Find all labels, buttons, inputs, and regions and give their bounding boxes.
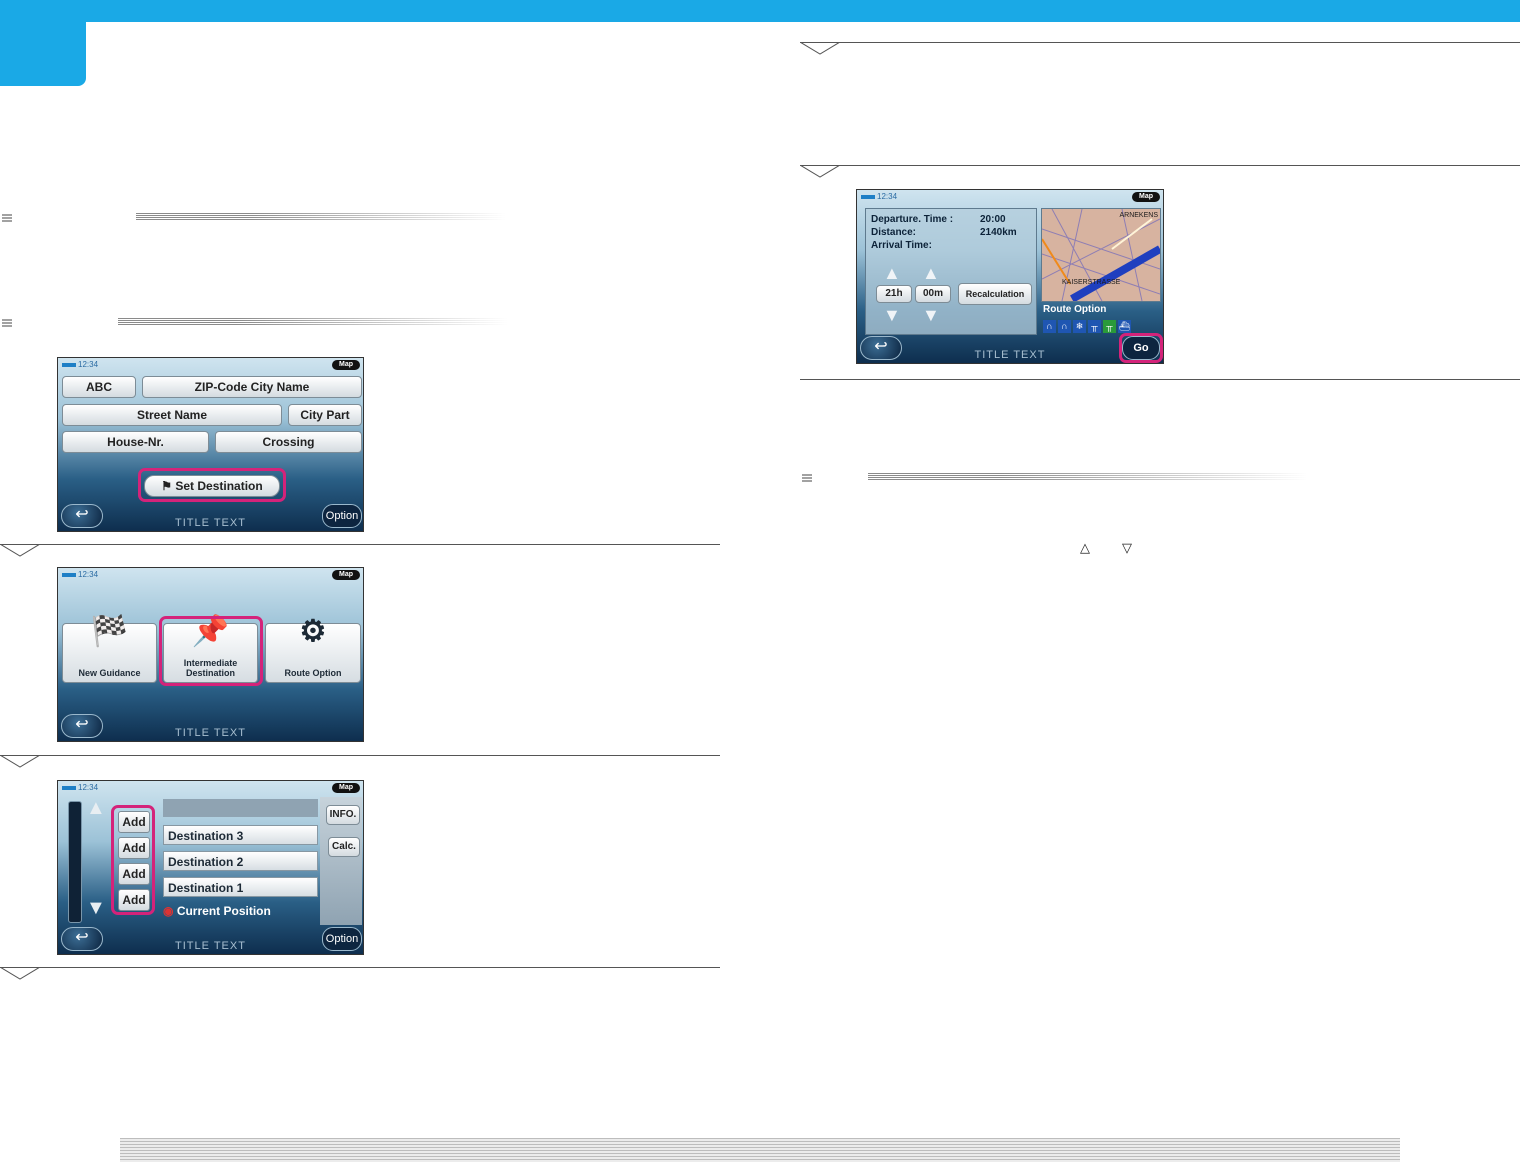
tile-label: Route Option: [284, 668, 342, 678]
destination-row[interactable]: Destination 3: [163, 825, 318, 845]
zip-city-button[interactable]: ZIP-Code City Name: [142, 376, 362, 398]
scrollbar[interactable]: [68, 801, 82, 923]
step-divider: [0, 967, 720, 968]
step-divider: [800, 42, 1520, 43]
calc-button[interactable]: Calc.: [328, 837, 360, 857]
step-marker: [0, 544, 40, 558]
screen-title: TITLE TEXT: [175, 727, 246, 739]
distance-label: Distance:: [871, 227, 917, 238]
street-name-button[interactable]: Street Name: [62, 404, 282, 426]
map-button[interactable]: Map: [332, 783, 360, 793]
highlight-frame: [111, 805, 155, 915]
abc-button[interactable]: ABC: [62, 376, 136, 398]
scroll-up-icon[interactable]: ▲: [86, 797, 106, 820]
checkered-flag-icon: 🏁: [90, 615, 129, 648]
section-rule: [118, 318, 508, 326]
map-button[interactable]: Map: [332, 570, 360, 580]
down-arrow-icon: ▽: [1122, 541, 1132, 556]
screen-title: TITLE TEXT: [175, 940, 246, 952]
header-bar: [0, 0, 1520, 22]
map-button[interactable]: Map: [1132, 192, 1160, 202]
toll-icon: ╥: [1088, 320, 1101, 333]
route-option-icons[interactable]: ∩ ∩ ❄ ╥ ╥ ⛴: [1043, 320, 1131, 333]
current-position-label: Current Position: [176, 904, 271, 918]
screen-title: TITLE TEXT: [175, 517, 246, 529]
up-arrow-icon: △: [1080, 541, 1090, 556]
step-marker: [0, 967, 40, 981]
minute-down-icon[interactable]: ▼: [922, 305, 940, 326]
screen-route-summary: 12:34 Map Departure. Time : 20:00 Distan…: [856, 189, 1164, 364]
route-info-panel: Departure. Time : 20:00 Distance: 2140km…: [865, 208, 1037, 335]
new-guidance-tile[interactable]: 🏁 New Guidance: [62, 615, 157, 683]
house-number-button[interactable]: House-Nr.: [62, 431, 209, 453]
step-divider: [800, 379, 1520, 380]
departure-label: Departure. Time :: [871, 214, 954, 225]
ferry-icon: ⛴: [1118, 320, 1131, 333]
chapter-tab: [0, 0, 86, 86]
screen-guidance-menu: 12:34 Map 🏁 New Guidance 📌 Intermediate …: [57, 567, 364, 742]
section-icon: [2, 213, 14, 223]
highlight-frame: [138, 468, 286, 502]
tile-label: New Guidance: [78, 668, 141, 678]
gear-icon: ⚙: [299, 615, 327, 648]
destination-row[interactable]: Destination 1: [163, 877, 318, 897]
clock: 12:34: [62, 360, 98, 369]
map-street-label: KAISERSTRASSE: [1062, 279, 1121, 286]
hour-up-icon[interactable]: ▲: [883, 263, 901, 284]
clock: 12:34: [62, 783, 98, 792]
clock: 12:34: [62, 570, 98, 579]
step-marker: [800, 165, 840, 179]
hours-field[interactable]: 21h: [876, 285, 912, 303]
current-position-row[interactable]: ◉ Current Position: [163, 901, 318, 921]
recalculation-button[interactable]: Recalculation: [958, 283, 1032, 305]
section-rule: [136, 213, 506, 221]
section-rule: [868, 473, 1308, 481]
map-button[interactable]: Map: [332, 360, 360, 370]
distance-value: 2140km: [980, 227, 1017, 238]
snow-icon: ❄: [1073, 320, 1086, 333]
tunnel-icon: ∩: [1043, 320, 1056, 333]
step-marker: [800, 42, 840, 56]
crossing-button[interactable]: Crossing: [215, 431, 362, 453]
screen-address-entry: 12:34 Map ABC ZIP-Code City Name Street …: [57, 357, 364, 532]
hour-down-icon[interactable]: ▼: [883, 305, 901, 326]
section-icon: [802, 473, 814, 483]
toll-icon: ╥: [1103, 320, 1116, 333]
clock: 12:34: [861, 192, 897, 201]
empty-slot: [163, 799, 318, 817]
highlight-frame: [159, 616, 263, 686]
info-button[interactable]: INFO.: [326, 805, 360, 825]
compass-icon: ◉: [163, 904, 177, 918]
highlight-frame: [1119, 333, 1163, 363]
option-button[interactable]: Option: [322, 927, 362, 951]
map-street-label: ARNEKENS: [1119, 212, 1158, 219]
step-divider: [0, 755, 720, 756]
step-divider: [0, 544, 720, 545]
departure-value: 20:00: [980, 214, 1006, 225]
screen-title: TITLE TEXT: [974, 349, 1046, 361]
arrival-label: Arrival Time:: [871, 240, 932, 251]
route-option-tile[interactable]: ⚙ Route Option: [265, 615, 361, 683]
scroll-down-icon[interactable]: ▼: [86, 897, 106, 920]
option-button[interactable]: Option: [322, 504, 362, 528]
city-part-button[interactable]: City Part: [288, 404, 362, 426]
tunnel-icon: ∩: [1058, 320, 1071, 333]
minute-up-icon[interactable]: ▲: [922, 263, 940, 284]
footer-bar: [120, 1138, 1400, 1162]
map-preview[interactable]: ARNEKENS KAISERSTRASSE: [1041, 208, 1161, 302]
step-marker: [0, 755, 40, 769]
screen-destination-list: 12:34 Map ▲ ▼ Add Add Add Add Destinatio…: [57, 780, 364, 955]
section-icon: [2, 318, 14, 328]
route-option-label: Route Option: [1043, 304, 1107, 315]
minutes-field[interactable]: 00m: [915, 285, 951, 303]
destination-row[interactable]: Destination 2: [163, 851, 318, 871]
step-divider: [800, 165, 1520, 166]
